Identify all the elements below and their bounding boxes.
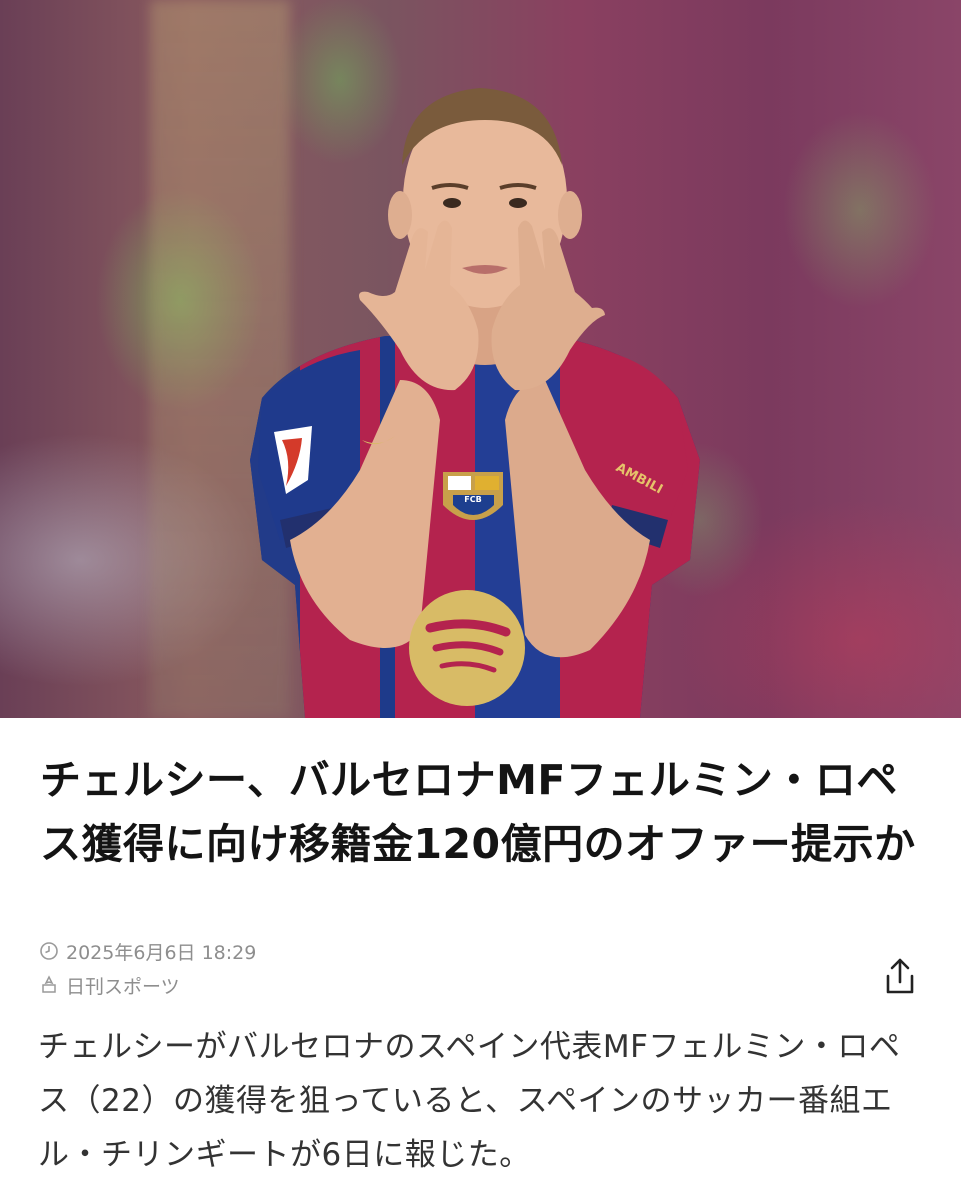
hero-image: FCB AMBILI (0, 0, 961, 718)
clock-icon (38, 940, 60, 962)
source-icon (38, 974, 60, 996)
article-body: チェルシーがバルセロナのスペイン代表MFフェルミン・ロペス（22）の獲得を狙って… (38, 1029, 901, 1173)
share-icon (886, 958, 914, 994)
player-illustration: FCB AMBILI (250, 88, 700, 718)
timestamp-row: 2025年6月6日 18:29 (38, 934, 256, 968)
article-headline: チェルシー、バルセロナMFフェルミン・ロペス獲得に向け移籍金120億円のオファー… (40, 756, 916, 868)
svg-text:FCB: FCB (464, 495, 481, 504)
article-timestamp: 2025年6月6日 18:29 (66, 941, 257, 964)
share-button[interactable] (878, 954, 922, 998)
article-meta: 2025年6月6日 18:29 日刊スポーツ (38, 934, 256, 1002)
article-source[interactable]: 日刊スポーツ (66, 972, 180, 999)
source-row[interactable]: 日刊スポーツ (38, 968, 256, 1002)
